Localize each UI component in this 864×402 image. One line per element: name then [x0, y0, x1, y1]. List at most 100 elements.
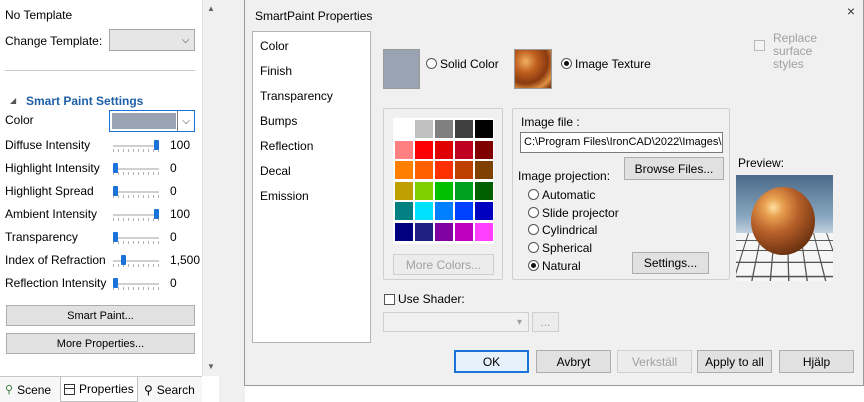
image-file-path-field[interactable]: C:\Program Files\IronCAD\2022\Images\ — [520, 132, 723, 153]
projection-label: Slide projector — [542, 206, 619, 220]
setting-slider[interactable] — [113, 208, 159, 222]
palette-color-cell[interactable] — [435, 181, 453, 200]
projection-radio-automatic[interactable] — [528, 189, 539, 200]
close-icon[interactable]: × — [838, 0, 864, 22]
nav-item-reflection[interactable]: Reflection — [260, 139, 313, 153]
slider-thumb[interactable] — [113, 186, 118, 196]
palette-color-cell[interactable] — [455, 181, 473, 200]
palette-color-cell[interactable] — [455, 222, 473, 241]
slider-thumb[interactable] — [121, 255, 127, 265]
palette-color-cell[interactable] — [475, 222, 493, 241]
ok-button[interactable]: OK — [454, 350, 529, 373]
setting-slider[interactable] — [113, 231, 159, 245]
verkstall-button[interactable]: Verkställ — [617, 350, 692, 373]
setting-slider[interactable] — [113, 139, 159, 153]
shader-browse-button[interactable]: ... — [532, 312, 559, 332]
projection-radio-natural[interactable] — [528, 260, 539, 271]
palette-color-cell[interactable] — [395, 120, 413, 138]
setting-slider[interactable] — [113, 254, 159, 268]
more-colors-button[interactable]: More Colors... — [393, 254, 494, 275]
setting-value: 100 — [170, 138, 191, 152]
palette-color-cell[interactable] — [415, 161, 433, 179]
palette-color-cell[interactable] — [395, 161, 413, 179]
slider-thumb[interactable] — [113, 278, 118, 288]
slider-thumb[interactable] — [154, 140, 159, 150]
setting-slider[interactable] — [113, 185, 159, 199]
palette-color-cell[interactable] — [475, 181, 493, 200]
palette-color-cell[interactable] — [455, 202, 473, 220]
change-template-dropdown[interactable]: ⌵ — [109, 29, 195, 51]
palette-color-cell[interactable] — [435, 222, 453, 241]
projection-radio-slide-projector[interactable] — [528, 207, 539, 218]
scroll-up-icon[interactable]: ▲ — [203, 0, 219, 16]
solid-color-swatch[interactable] — [383, 49, 420, 89]
scroll-down-icon[interactable]: ▼ — [203, 358, 219, 374]
projection-radio-spherical[interactable] — [528, 242, 539, 253]
shader-dropdown[interactable]: ▾ — [383, 312, 529, 332]
more-properties-button[interactable]: More Properties... — [6, 333, 195, 354]
solid-color-radio[interactable] — [426, 58, 437, 69]
slider-thumb[interactable] — [113, 232, 118, 242]
slider-ticks — [113, 195, 159, 198]
setting-label: Reflection Intensity — [5, 276, 107, 290]
palette-color-cell[interactable] — [475, 140, 493, 159]
nav-item-finish[interactable]: Finish — [260, 64, 292, 78]
palette-color-cell[interactable] — [455, 140, 473, 159]
projection-settings-button[interactable]: Settings... — [632, 252, 709, 274]
image-texture-radio[interactable] — [561, 58, 572, 69]
browse-files-button[interactable]: Browse Files... — [624, 157, 724, 180]
projection-radio-cylindrical[interactable] — [528, 224, 539, 235]
chevron-down-icon: ▾ — [516, 316, 523, 328]
avbryt-button[interactable]: Avbryt — [536, 350, 611, 373]
setting-label: Index of Refraction — [5, 253, 106, 267]
slider-thumb[interactable] — [154, 209, 159, 219]
palette-color-cell[interactable] — [455, 161, 473, 179]
palette-color-cell[interactable] — [395, 222, 413, 241]
tab-scene[interactable]: ⚲ Scene — [2, 377, 54, 402]
palette-color-cell[interactable] — [475, 202, 493, 220]
vertical-scrollbar[interactable]: ▲ ▼ — [202, 0, 219, 376]
workspace-background — [219, 0, 245, 402]
projection-label: Automatic — [542, 188, 596, 202]
palette-color-cell[interactable] — [475, 161, 493, 179]
slider-track — [113, 191, 159, 193]
smart-paint-button[interactable]: Smart Paint... — [6, 305, 195, 326]
palette-color-cell[interactable] — [475, 120, 493, 138]
slider-ticks — [113, 172, 159, 175]
palette-color-cell[interactable] — [435, 120, 453, 138]
slider-track — [113, 145, 159, 147]
palette-color-cell[interactable] — [415, 140, 433, 159]
color-dropdown[interactable]: ⌵ — [109, 110, 195, 132]
collapse-triangle-icon[interactable]: ◢ — [10, 96, 16, 105]
projection-label: Spherical — [542, 241, 593, 255]
change-template-label: Change Template: — [5, 34, 103, 48]
nav-item-emission[interactable]: Emission — [260, 189, 309, 203]
palette-color-cell[interactable] — [455, 120, 473, 138]
tab-properties[interactable]: Properties — [60, 377, 138, 402]
nav-item-transparency[interactable]: Transparency — [260, 89, 333, 103]
setting-slider[interactable] — [113, 162, 159, 176]
palette-color-cell[interactable] — [395, 140, 413, 159]
image-projection-label: Image projection: — [518, 169, 611, 183]
palette-color-cell[interactable] — [415, 202, 433, 220]
palette-color-cell[interactable] — [395, 181, 413, 200]
palette-color-cell[interactable] — [415, 222, 433, 241]
use-shader-checkbox[interactable] — [384, 294, 395, 305]
palette-color-cell[interactable] — [415, 120, 433, 138]
palette-color-cell[interactable] — [435, 140, 453, 159]
palette-color-cell[interactable] — [435, 202, 453, 220]
palette-color-cell[interactable] — [395, 202, 413, 220]
slider-thumb[interactable] — [113, 163, 118, 173]
texture-thumbnail[interactable] — [514, 49, 552, 89]
tab-search[interactable]: ⚲ Search — [141, 377, 198, 402]
setting-value: 1,500 — [170, 253, 201, 267]
nav-item-bumps[interactable]: Bumps — [260, 114, 297, 128]
nav-item-color[interactable]: Color — [260, 39, 289, 53]
nav-item-decal[interactable]: Decal — [260, 164, 291, 178]
help-button[interactable]: Hjälp — [779, 350, 854, 373]
apply-to-all-button[interactable]: Apply to all — [697, 350, 772, 373]
replace-surface-styles-checkbox[interactable] — [754, 40, 765, 51]
palette-color-cell[interactable] — [435, 161, 453, 179]
palette-color-cell[interactable] — [415, 181, 433, 200]
setting-slider[interactable] — [113, 277, 159, 291]
